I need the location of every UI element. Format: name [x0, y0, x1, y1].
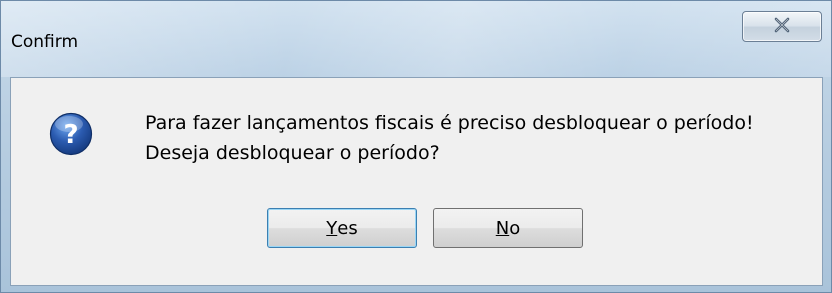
- svg-text:?: ?: [63, 120, 78, 150]
- message-line-1: Para fazer lançamentos fiscais é preciso…: [145, 112, 754, 134]
- window-title: Confirm: [11, 32, 79, 52]
- yes-label-rest: es: [337, 217, 358, 239]
- no-accelerator: N: [495, 217, 510, 239]
- dialog-body: ? Para fazer lançamentos fiscais é preci…: [10, 77, 823, 286]
- no-label-rest: o: [509, 217, 521, 239]
- question-icon: ?: [49, 112, 93, 156]
- message-line-2: Deseja desbloquear o período?: [145, 142, 440, 164]
- no-button[interactable]: No: [433, 208, 583, 248]
- dialog-message: Para fazer lançamentos fiscais é preciso…: [145, 108, 754, 168]
- close-button[interactable]: [742, 11, 822, 42]
- yes-button[interactable]: Yes: [267, 208, 417, 248]
- close-icon: [773, 17, 791, 37]
- confirm-dialog-window: Confirm ? Para fazer lançamentos fiscais…: [0, 0, 832, 293]
- title-bar[interactable]: Confirm: [1, 1, 831, 77]
- yes-accelerator: Y: [326, 217, 338, 239]
